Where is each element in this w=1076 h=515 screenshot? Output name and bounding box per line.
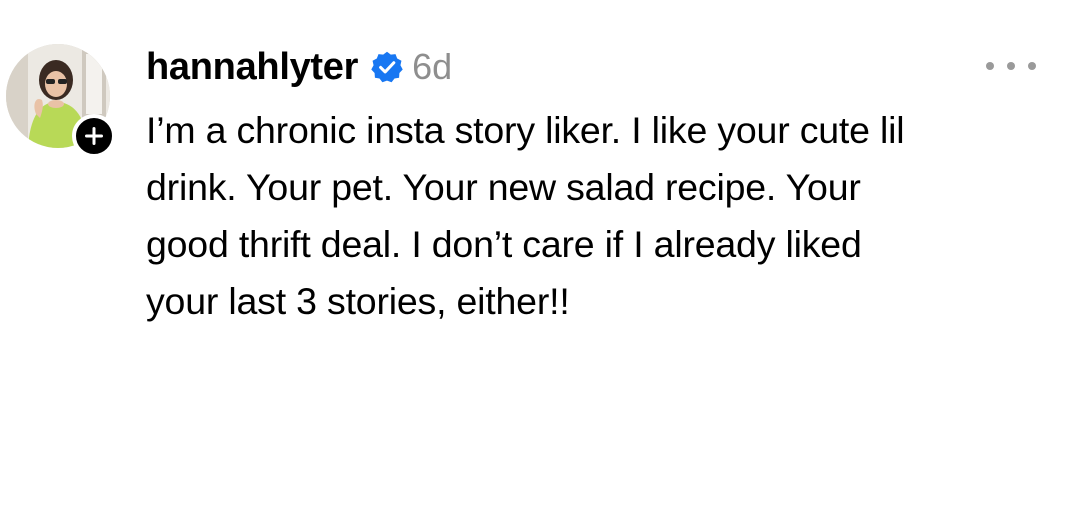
post-header: hannahlyter 6d bbox=[146, 40, 452, 94]
verified-badge-icon bbox=[371, 51, 403, 83]
post-text-line: good thrift deal. I don’t care if I alre… bbox=[146, 223, 862, 265]
more-options-icon[interactable] bbox=[986, 54, 1036, 78]
thread-post: hannahlyter 6d I’m a chronic insta story… bbox=[0, 0, 1076, 515]
avatar-container[interactable] bbox=[6, 44, 116, 158]
plus-icon bbox=[85, 127, 103, 145]
post-text-line: I’m a chronic insta story liker. I like … bbox=[146, 109, 905, 151]
more-dot bbox=[1028, 62, 1036, 70]
more-dot bbox=[986, 62, 994, 70]
add-follow-button[interactable] bbox=[72, 114, 116, 158]
post-text-line: drink. Your pet. Your new salad recipe. … bbox=[146, 166, 861, 208]
post-body: I’m a chronic insta story liker. I like … bbox=[146, 102, 1046, 330]
post-timestamp: 6d bbox=[412, 46, 453, 87]
username-link[interactable]: hannahlyter bbox=[146, 40, 358, 94]
post-text-line: your last 3 stories, either!! bbox=[146, 280, 570, 322]
more-dot bbox=[1007, 62, 1015, 70]
